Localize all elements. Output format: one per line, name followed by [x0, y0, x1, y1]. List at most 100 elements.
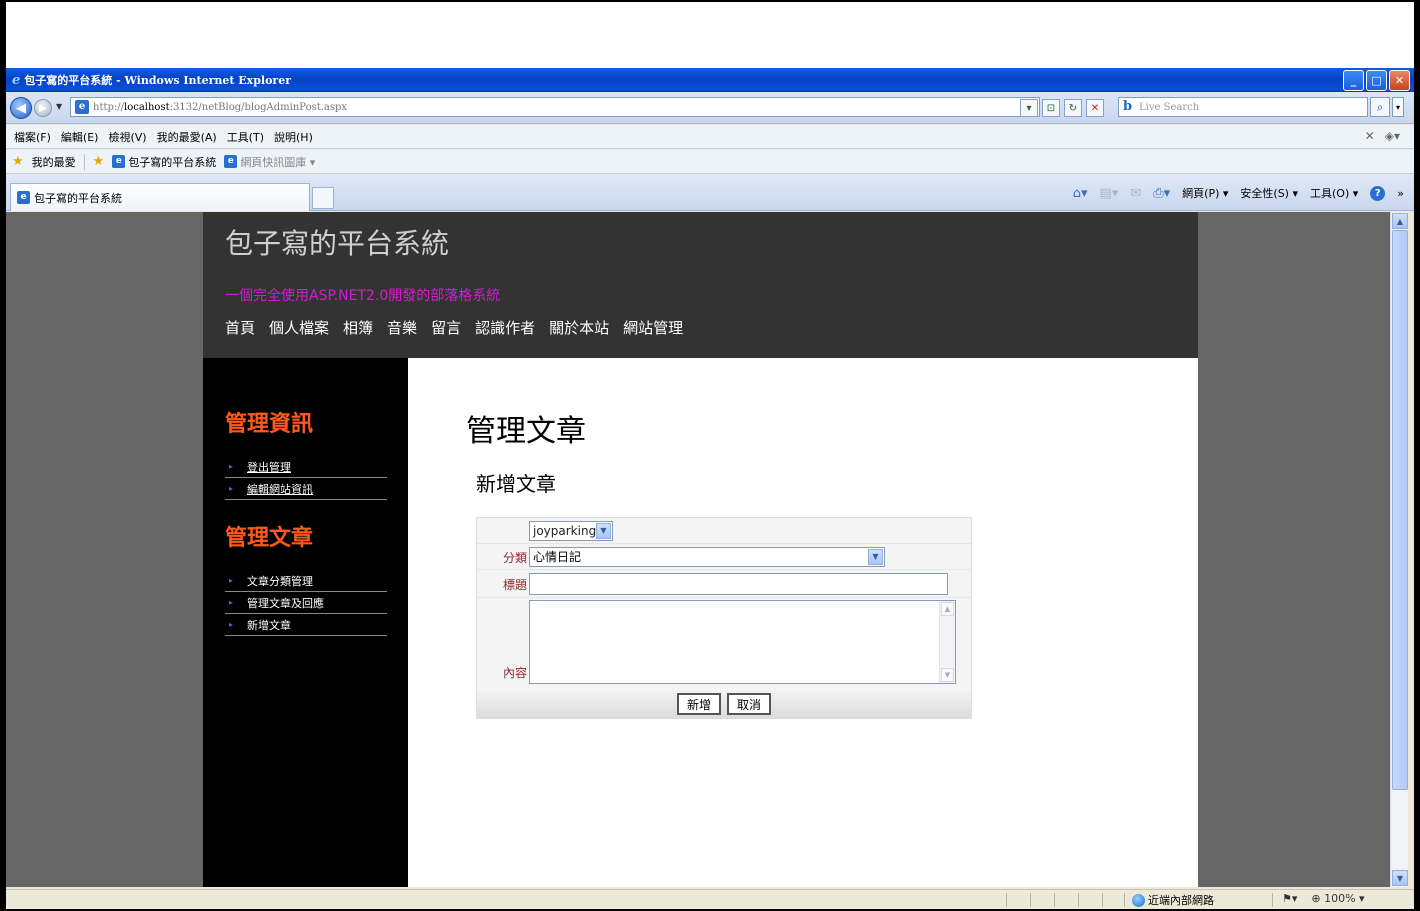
- favorite-link-label: 包子寫的平台系統: [128, 155, 217, 169]
- sidebar-item-categories[interactable]: ▸ 文章分類管理: [225, 570, 387, 592]
- recent-pages-dropdown[interactable]: ▼: [56, 102, 62, 111]
- scroll-up-icon[interactable]: ▲: [941, 602, 954, 616]
- menu-file[interactable]: 檔案(F): [14, 129, 51, 145]
- status-right: ⚑▾ ⊕ 100% ▾: [1282, 892, 1365, 905]
- scroll-thumb[interactable]: [1392, 230, 1408, 790]
- nav-album[interactable]: 相簿: [343, 317, 373, 338]
- scroll-up-icon[interactable]: ▲: [1392, 213, 1408, 229]
- title-bar[interactable]: e 包子寫的平台系統 - Windows Internet Explorer _…: [6, 68, 1414, 92]
- tab-label: 包子寫的平台系統: [34, 191, 122, 205]
- menu-view[interactable]: 檢視(V): [108, 129, 146, 145]
- admin-sidebar: 管理資訊 ▸ 登出管理 ▸ 編輯網站資訊 管理文章 ▸ 文章分類管理 ▸ 管理文章及回應…: [203, 358, 408, 887]
- ie-icon: e: [12, 72, 21, 88]
- tools-menu[interactable]: 工具(O) ▾: [1310, 185, 1358, 201]
- page-menu[interactable]: 網頁(P) ▾: [1182, 185, 1228, 201]
- sidebar-item-edit-site-info[interactable]: ▸ 編輯網站資訊: [225, 478, 387, 500]
- minimize-button[interactable]: _: [1343, 70, 1364, 91]
- nav-about-site[interactable]: 關於本站: [549, 317, 609, 338]
- back-button[interactable]: ◀: [10, 97, 32, 119]
- sidebar-item-logout[interactable]: ▸ 登出管理: [225, 456, 387, 478]
- sidebar-item-label: 編輯網站資訊: [247, 482, 313, 496]
- search-options-dropdown[interactable]: ▾: [1392, 97, 1404, 117]
- translate-icon[interactable]: ◈▾: [1385, 129, 1400, 143]
- favorite-link-site[interactable]: e 包子寫的平台系統: [112, 154, 216, 170]
- menu-edit[interactable]: 編輯(E): [61, 129, 99, 145]
- favorite-link-webslice[interactable]: e 網頁快訊圖庫 ▾: [224, 154, 315, 170]
- nav-music[interactable]: 音樂: [387, 317, 417, 338]
- favorites-bar: ★ 我的最愛 ★ e 包子寫的平台系統 e 網頁快訊圖庫 ▾: [6, 150, 1414, 174]
- sidebar-item-manage-posts[interactable]: ▸ 管理文章及回應: [225, 592, 387, 614]
- url-host: localhost: [124, 101, 170, 113]
- maximize-button[interactable]: □: [1366, 70, 1387, 91]
- help-icon[interactable]: ?: [1370, 185, 1386, 201]
- search-input[interactable]: b Live Search: [1118, 97, 1368, 117]
- favorites-label[interactable]: 我的最愛: [32, 154, 76, 170]
- nav-site-admin[interactable]: 網站管理: [623, 317, 683, 338]
- nav-profile[interactable]: 個人檔案: [269, 317, 329, 338]
- address-bar[interactable]: e http://localhost:3132/netBlog/blogAdmi…: [70, 97, 1040, 117]
- refresh-icon[interactable]: ↻: [1064, 99, 1082, 117]
- compatibility-icon[interactable]: ⊡: [1042, 99, 1060, 117]
- security-zone[interactable]: 近端內部網路: [1132, 892, 1214, 908]
- globe-icon: [1132, 893, 1145, 907]
- cancel-button[interactable]: 取消: [727, 693, 772, 715]
- top-blank-area: [6, 2, 1414, 68]
- category-select[interactable]: 心情日記 ▼: [529, 547, 885, 567]
- command-bar: ⌂▾ ▤▾ ✉ ⎙▾ 網頁(P) ▾ 安全性(S) ▾ 工具(O) ▾ ? »: [1073, 185, 1404, 201]
- status-divider: [1272, 893, 1273, 907]
- chevron-down-icon: ▼: [596, 523, 611, 539]
- sidebar-list-posts: ▸ 文章分類管理 ▸ 管理文章及回應 ▸ 新增文章: [225, 570, 387, 636]
- forward-button[interactable]: ▶: [34, 99, 52, 117]
- page-icon: e: [17, 191, 30, 204]
- site-subtitle: 一個完全使用ASP.NET2.0開發的部落格系統: [225, 288, 501, 304]
- window-title: 包子寫的平台系統 - Windows Internet Explorer: [24, 74, 292, 87]
- nav-guestbook[interactable]: 留言: [431, 317, 461, 338]
- home-icon[interactable]: ⌂▾: [1073, 186, 1088, 201]
- scroll-down-icon[interactable]: ▼: [941, 668, 954, 682]
- content-textarea[interactable]: ▲ ▼: [529, 600, 956, 684]
- search-placeholder: Live Search: [1139, 101, 1200, 113]
- textarea-scrollbar[interactable]: ▲ ▼: [939, 601, 955, 683]
- page-scrollbar[interactable]: ▲ ▼: [1390, 212, 1408, 887]
- close-toolbar-icon[interactable]: ✕: [1365, 129, 1375, 143]
- scroll-down-icon[interactable]: ▼: [1392, 870, 1408, 886]
- sidebar-item-label: 新增文章: [247, 618, 291, 632]
- favorites-star-icon[interactable]: ★: [12, 154, 24, 169]
- status-bar: 近端內部網路 ⚑▾ ⊕ 100% ▾: [6, 889, 1414, 909]
- tab-bar: e 包子寫的平台系統 ⌂▾ ▤▾ ✉ ⎙▾ 網頁(P) ▾ 安全性(S) ▾ 工…: [6, 175, 1414, 211]
- print-icon[interactable]: ⎙▾: [1153, 186, 1170, 201]
- sidebar-item-new-post[interactable]: ▸ 新增文章: [225, 614, 387, 636]
- submit-button[interactable]: 新增: [676, 693, 721, 715]
- stop-icon[interactable]: ✕: [1086, 99, 1104, 117]
- menu-tools[interactable]: 工具(T): [227, 129, 264, 145]
- search-icon[interactable]: ⌕: [1370, 97, 1390, 117]
- status-divider: [1102, 893, 1103, 907]
- page-icon: e: [224, 155, 238, 168]
- site-header: 包子寫的平台系統 一個完全使用ASP.NET2.0開發的部落格系統 首頁 個人檔…: [203, 212, 1198, 358]
- nav-about-author[interactable]: 認識作者: [475, 317, 535, 338]
- menu-help[interactable]: 說明(H): [274, 129, 313, 145]
- more-tools[interactable]: »: [1397, 187, 1404, 200]
- address-dropdown-icon[interactable]: ▾: [1020, 99, 1038, 117]
- chevron-down-icon: ▼: [868, 549, 883, 565]
- arrow-icon: ▸: [229, 598, 234, 607]
- user-select[interactable]: joyparking ▼: [529, 521, 613, 541]
- menubar-right-tools: ✕ ◈▾: [1365, 129, 1400, 143]
- mail-icon[interactable]: ✉: [1130, 186, 1141, 201]
- feeds-icon[interactable]: ▤▾: [1100, 186, 1119, 201]
- menu-favorites[interactable]: 我的最愛(A): [157, 129, 217, 145]
- add-favorite-icon[interactable]: ★: [93, 154, 105, 169]
- close-button[interactable]: ✕: [1389, 70, 1410, 91]
- safety-menu[interactable]: 安全性(S) ▾: [1240, 185, 1298, 201]
- tab-current[interactable]: e 包子寫的平台系統: [10, 183, 310, 211]
- zoom-level: 100%: [1324, 892, 1356, 905]
- protected-mode-icon[interactable]: ⚑▾: [1282, 892, 1297, 905]
- title-input[interactable]: [529, 573, 948, 595]
- browser-window: e 包子寫的平台系統 - Windows Internet Explorer _…: [6, 68, 1414, 909]
- menu-bar: 檔案(F) 編輯(E) 檢視(V) 我的最愛(A) 工具(T) 說明(H) ✕ …: [6, 125, 1414, 149]
- nav-home[interactable]: 首頁: [225, 317, 255, 338]
- form-row-title: 標題: [477, 570, 971, 598]
- new-tab-button[interactable]: [312, 187, 334, 209]
- zoom-control[interactable]: ⊕ 100% ▾: [1311, 892, 1364, 905]
- window-controls: _ □ ✕: [1343, 70, 1410, 91]
